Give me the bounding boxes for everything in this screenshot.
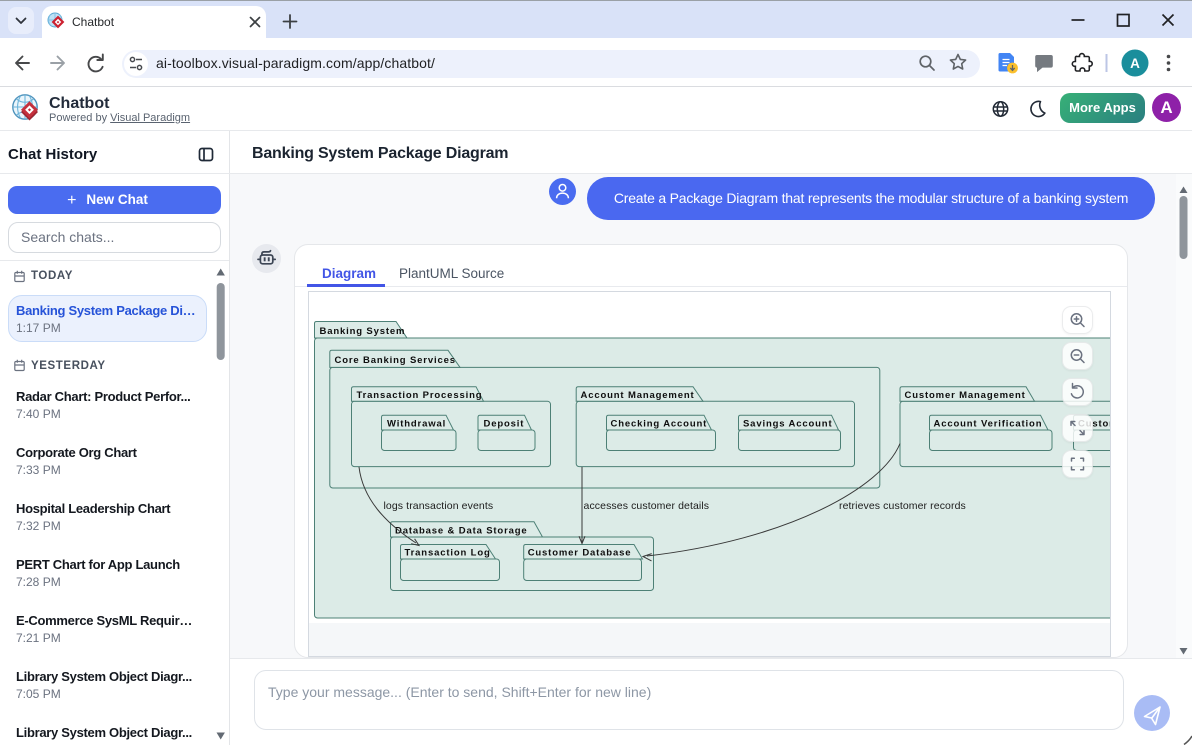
svg-text:A: A: [1130, 56, 1140, 71]
